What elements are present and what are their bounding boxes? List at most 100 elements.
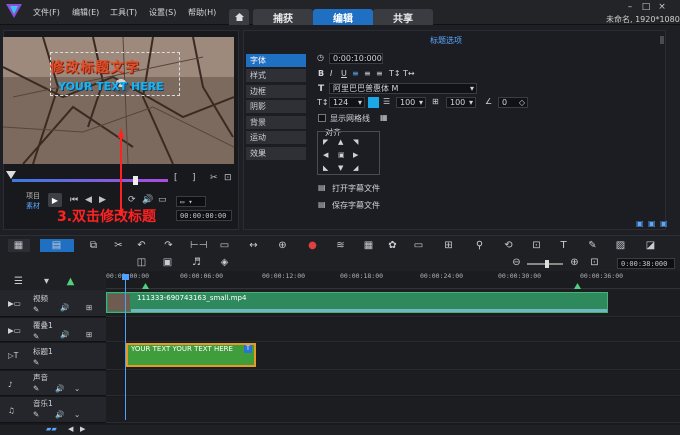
scrub-bar[interactable] bbox=[12, 179, 168, 182]
track-head-voice[interactable] bbox=[0, 371, 106, 396]
track-motion-icon[interactable]: ⊕ bbox=[276, 240, 289, 251]
storyboard-view-button[interactable]: ▦ bbox=[8, 239, 30, 252]
chapter-icon[interactable]: ▾ bbox=[40, 276, 53, 287]
subtitle-icon[interactable]: ▭ bbox=[412, 240, 425, 251]
options-scrollbar[interactable] bbox=[660, 36, 664, 44]
fit-icon[interactable]: ⊢⊣ bbox=[190, 240, 207, 251]
home-button[interactable] bbox=[229, 9, 249, 25]
fit-project-icon[interactable]: ⊡ bbox=[588, 257, 601, 268]
track-options-icon[interactable]: ⊞ bbox=[86, 303, 92, 312]
track-volume-icon[interactable]: 🔊 bbox=[55, 410, 64, 419]
track-expand-icon[interactable]: ⌄ bbox=[74, 384, 80, 393]
menu-edit[interactable]: 编辑(E) bbox=[72, 7, 99, 18]
track-volume-icon[interactable]: 🔊 bbox=[60, 303, 69, 312]
hd-icon[interactable]: ▭ bbox=[158, 195, 167, 205]
screen-icon[interactable]: ▭ bbox=[218, 240, 231, 251]
zoom-slider-handle[interactable] bbox=[545, 260, 549, 268]
track-volume-icon[interactable]: 🔊 bbox=[55, 384, 64, 393]
track-lock-icon[interactable]: ✎ bbox=[33, 410, 39, 419]
export-icon[interactable]: ◪ bbox=[644, 240, 657, 251]
mask-icon[interactable]: ✎ bbox=[586, 240, 599, 251]
screenshot-icon[interactable]: ◫ bbox=[135, 257, 148, 268]
zoom-out-icon[interactable]: ⊖ bbox=[510, 257, 523, 268]
align-bottom-center-icon[interactable]: ▼ bbox=[338, 164, 343, 172]
undo-icon[interactable]: ↶ bbox=[135, 240, 148, 251]
cue-marker-icon[interactable]: ▲ bbox=[64, 276, 77, 287]
scroll-left-icon[interactable]: ◀ bbox=[68, 425, 73, 433]
side-tab-shadow[interactable]: 阴影 bbox=[246, 100, 306, 113]
split-icon[interactable]: ✂ bbox=[210, 173, 218, 183]
material-mode-label[interactable]: 素材 bbox=[26, 201, 40, 211]
align-middle-left-icon[interactable]: ◀ bbox=[323, 151, 328, 159]
scroll-right-icon[interactable]: ▶ bbox=[80, 425, 85, 433]
multicam-icon[interactable]: ▦ bbox=[362, 240, 375, 251]
track-lane-voice[interactable] bbox=[106, 371, 680, 396]
duration-field[interactable]: 0:00:10:000 bbox=[329, 53, 383, 64]
bottom-nav-icon[interactable]: ▰▰ bbox=[46, 425, 57, 433]
align-top-center-icon[interactable]: ▲ bbox=[338, 138, 343, 146]
next-frame-icon[interactable]: ▶ bbox=[99, 195, 106, 205]
playhead-handle[interactable] bbox=[122, 274, 129, 280]
speed-icon[interactable]: ⚲ bbox=[473, 240, 486, 251]
maximize-icon[interactable]: □ bbox=[640, 2, 652, 12]
track-manager-icon[interactable]: ☰ bbox=[12, 276, 25, 287]
close-icon[interactable]: × bbox=[656, 2, 668, 12]
repeat-icon[interactable]: ⟳ bbox=[128, 195, 136, 205]
sound-icon[interactable]: ◈ bbox=[218, 257, 231, 268]
track-lock-icon[interactable]: ✎ bbox=[33, 305, 39, 314]
track-head-music[interactable] bbox=[0, 397, 106, 423]
align-left-icon[interactable]: ≡ bbox=[352, 69, 359, 78]
split-screen-icon[interactable]: ⊞ bbox=[442, 240, 455, 251]
title-clip[interactable]: YOUR TEXT YOUR TEXT HERE T bbox=[126, 343, 256, 367]
stabilize-icon[interactable]: ⊡ bbox=[530, 240, 543, 251]
scrub-handle[interactable] bbox=[133, 176, 139, 185]
audio-duck-icon[interactable]: ♬ bbox=[190, 257, 203, 268]
zoom-fit-icon[interactable]: ⊡ bbox=[224, 173, 232, 183]
font-size-field[interactable]: 124 ▾ bbox=[329, 97, 365, 108]
cue-marker-icon[interactable] bbox=[142, 283, 149, 289]
panel-icon-3[interactable]: ▣ bbox=[660, 219, 668, 228]
text-direction-icon[interactable]: T↕ bbox=[389, 69, 401, 78]
menu-settings[interactable]: 设置(S) bbox=[149, 7, 176, 18]
color-grade-icon[interactable]: ▨ bbox=[614, 240, 627, 251]
tab-capture[interactable]: 捕获 bbox=[253, 9, 313, 25]
align-bottom-left-icon[interactable]: ◣ bbox=[323, 164, 328, 172]
minimize-icon[interactable]: – bbox=[624, 2, 636, 12]
side-tab-style[interactable]: 样式 bbox=[246, 69, 306, 82]
menu-file[interactable]: 文件(F) bbox=[33, 7, 60, 18]
align-middle-right-icon[interactable]: ▶ bbox=[353, 151, 358, 159]
text-tool-icon[interactable]: T bbox=[557, 240, 570, 251]
project-mode-label[interactable]: 项目 bbox=[26, 191, 40, 201]
menu-tools[interactable]: 工具(T) bbox=[110, 7, 137, 18]
mark-out-icon[interactable]: ] bbox=[192, 173, 196, 183]
tab-edit[interactable]: 编辑 bbox=[313, 9, 373, 25]
record-icon[interactable]: ● bbox=[306, 240, 319, 251]
side-tab-font[interactable]: 字体 bbox=[246, 54, 306, 67]
save-subtitle-button[interactable]: 保存字幕文件 bbox=[332, 200, 380, 211]
track-options-icon[interactable]: ⊞ bbox=[86, 330, 92, 339]
copy-icon[interactable]: ⧉ bbox=[87, 240, 100, 251]
rotation-field[interactable]: 0 ◇ bbox=[498, 97, 528, 108]
track-expand-icon[interactable]: ⌄ bbox=[74, 410, 80, 419]
side-tab-motion[interactable]: 运动 bbox=[246, 131, 306, 144]
cut-icon[interactable]: ✂ bbox=[112, 240, 125, 251]
side-tab-border[interactable]: 边框 bbox=[246, 85, 306, 98]
track-volume-icon[interactable]: 🔊 bbox=[60, 330, 69, 339]
side-tab-background[interactable]: 背景 bbox=[246, 116, 306, 129]
align-bottom-right-icon[interactable]: ◢ bbox=[353, 164, 358, 172]
side-tab-effect[interactable]: 效果 bbox=[246, 147, 306, 160]
volume-icon[interactable]: 🔊 bbox=[142, 195, 153, 205]
underline-icon[interactable]: U bbox=[341, 69, 347, 78]
align-top-right-icon[interactable]: ◥ bbox=[353, 138, 358, 146]
track-lane-music[interactable] bbox=[106, 397, 680, 423]
capture-icon[interactable]: ▣ bbox=[161, 257, 174, 268]
redo-icon[interactable]: ↷ bbox=[162, 240, 175, 251]
text-flip-icon[interactable]: T↔ bbox=[403, 69, 415, 78]
menu-help[interactable]: 帮助(H) bbox=[188, 7, 216, 18]
track-lock-icon[interactable]: ✎ bbox=[33, 384, 39, 393]
align-top-left-icon[interactable]: ◤ bbox=[323, 138, 328, 146]
prev-frame-icon[interactable]: ◀ bbox=[85, 195, 92, 205]
zoom-in-icon[interactable]: ⊕ bbox=[568, 257, 581, 268]
mark-in-icon[interactable]: [ bbox=[174, 173, 178, 183]
grid-settings-icon[interactable]: ▦ bbox=[380, 113, 388, 122]
